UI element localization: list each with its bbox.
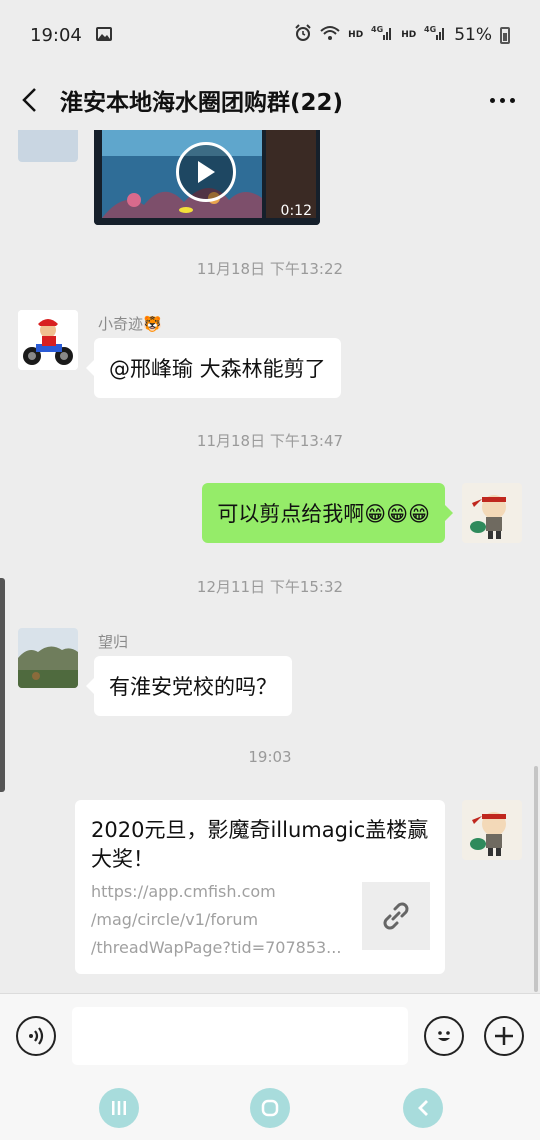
hd-label: HD [348,29,364,40]
link-icon [362,882,430,950]
timestamp: 11月18日 下午13:22 [196,260,344,278]
sender-name: 望归 [98,633,129,651]
avatar[interactable] [462,483,522,543]
home-icon[interactable] [250,1088,290,1128]
message-bubble[interactable]: @邢峰瑜 大森林能剪了 [86,338,341,398]
gallery-icon [95,25,112,46]
recent-apps-icon[interactable] [99,1088,139,1128]
message-input[interactable] [72,1007,408,1065]
emoji-icon[interactable] [424,1016,464,1056]
link-card[interactable]: 2020元旦，影魔奇illumagic盖楼赢大奖！ https://app.cm… [75,800,445,974]
scrollbar[interactable] [534,766,538,992]
battery-percent: 51% [454,25,492,45]
signal-icon-2: 4G [424,25,446,46]
svg-text:4G: 4G [371,25,383,34]
video-message[interactable]: 0:12 [94,130,320,225]
link-card-title: 2020元旦，影魔奇illumagic盖楼赢大奖！ [91,818,429,871]
message-bubble-sent[interactable]: 可以剪点给我啊😁😁😁 [202,483,453,543]
link-url-line: https://app.cmfish.com [91,882,276,901]
status-time: 19:04 [30,24,82,46]
timestamp: 19:03 [248,748,292,766]
sender-name: 小奇迹🐯 [98,315,162,333]
avatar[interactable] [462,800,522,860]
avatar[interactable] [18,310,78,370]
signal-icon: 4G [371,25,393,46]
chat-title: 淮安本地海水圈团购群(22) [60,90,344,116]
avatar[interactable] [18,628,78,688]
chat-header: 淮安本地海水圈团购群(22) [0,70,540,130]
input-bar [0,993,540,1077]
message-list[interactable]: 0:12 11月18日 下午13:22 小奇迹🐯 @邢峰瑜 大森林能剪了 11月… [0,130,540,992]
timestamp: 12月11日 下午15:32 [196,578,344,596]
link-url-line: /mag/circle/v1/forum [91,910,259,929]
avatar[interactable] [18,130,78,162]
message-bubble[interactable]: 有淮安党校的吗？ [86,656,292,716]
video-duration: 0:12 [280,203,312,219]
battery-icon [500,26,510,44]
plus-icon[interactable] [484,1016,524,1056]
link-url-line: /threadWapPage?tid=707853... [91,938,342,957]
system-nav-bar [0,1077,540,1140]
status-bar: 19:04 HD 4G HD 4G 51% [0,0,540,70]
nav-back-icon[interactable] [403,1088,443,1128]
more-dots-icon[interactable] [484,82,520,118]
alarm-icon [294,23,312,47]
play-icon[interactable] [176,142,236,202]
svg-text:4G: 4G [424,25,436,34]
edge-handle[interactable] [0,578,5,792]
link-card-url: https://app.cmfish.com /mag/circle/v1/fo… [91,878,349,962]
timestamp: 11月18日 下午13:47 [196,432,344,450]
wifi-icon [320,25,340,46]
voice-icon[interactable] [16,1016,56,1056]
hd-label-2: HD [401,29,417,40]
back-arrow-icon[interactable] [0,70,60,130]
